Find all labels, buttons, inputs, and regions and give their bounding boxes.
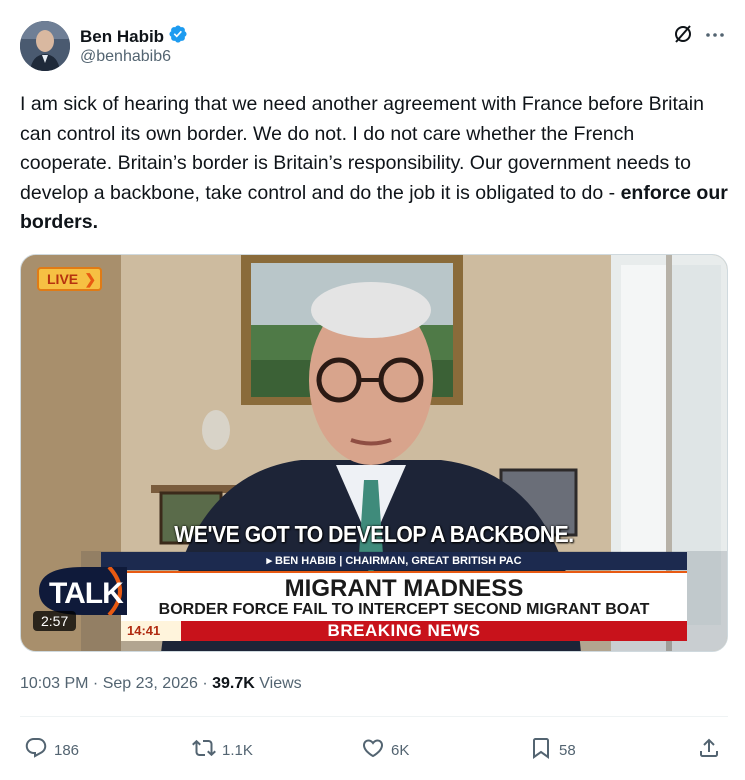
- video-subtitle: WE'VE GOT TO DEVELOP A BACKBONE.: [174, 521, 574, 547]
- reply-count: 186: [54, 741, 80, 759]
- verified-badge-icon: [168, 24, 188, 49]
- channel-logo-text: TALK: [49, 577, 124, 610]
- share-button[interactable]: [697, 736, 721, 764]
- breaking-news-label: BREAKING NEWS: [327, 621, 481, 640]
- live-badge: LIVE ❯: [37, 267, 103, 291]
- lower-third-headline-box: MIGRANT MADNESS BORDER FORCE FAIL TO INT…: [121, 571, 687, 621]
- repost-button[interactable]: 1.1K: [192, 736, 253, 764]
- tweet-timestamp[interactable]: 10:03 PM · Sep 23, 2026 ·: [20, 675, 212, 692]
- author-name-row[interactable]: Ben Habib: [80, 24, 188, 49]
- reply-icon: [24, 736, 48, 764]
- author-handle[interactable]: @benhabib6: [80, 48, 171, 66]
- lower-third-caption: ▸ BEN HABIB | CHAIRMAN, GREAT BRITISH PA…: [101, 552, 687, 570]
- video-player[interactable]: LIVE ❯ WE'VE GOT TO DEVELOP A BACKBONE. …: [20, 254, 728, 652]
- bookmark-icon: [529, 736, 553, 764]
- bookmark-button[interactable]: 58: [529, 736, 576, 764]
- tweet-text: I am sick of hearing that we need anothe…: [20, 90, 730, 238]
- tweet: Ben Habib @benhabib6 I am sick of hearin…: [0, 0, 745, 780]
- lower-third-headline: MIGRANT MADNESS: [284, 575, 524, 602]
- breaking-news-bar: BREAKING NEWS: [121, 621, 687, 641]
- like-button[interactable]: 6K: [361, 736, 409, 764]
- like-count: 6K: [391, 741, 410, 759]
- broadcast-time: 14:41: [121, 621, 181, 641]
- lower-third-subheadline: BORDER FORCE FAIL TO INTERCEPT SECOND MI…: [158, 601, 650, 618]
- divider: [20, 716, 728, 717]
- author-display-name[interactable]: Ben Habib: [80, 27, 164, 47]
- repost-count: 1.1K: [222, 741, 253, 759]
- reply-button[interactable]: 186: [24, 736, 79, 764]
- share-icon: [697, 736, 721, 764]
- more-icon[interactable]: [704, 24, 726, 46]
- video-duration: 2:57: [33, 611, 77, 631]
- tweet-text-main: I am sick of hearing that we need anothe…: [20, 93, 704, 204]
- grok-icon[interactable]: [672, 23, 694, 45]
- avatar[interactable]: [20, 21, 70, 71]
- views-count: 39.7K: [212, 675, 255, 692]
- repost-icon: [192, 736, 216, 764]
- live-arrow-icon: ❯: [84, 271, 97, 287]
- views-label: Views: [254, 675, 302, 692]
- like-icon: [361, 736, 385, 764]
- tweet-meta: 10:03 PM · Sep 23, 2026 · 39.7K Views: [20, 675, 302, 693]
- live-label: LIVE: [47, 271, 79, 287]
- bookmark-count: 58: [559, 741, 576, 759]
